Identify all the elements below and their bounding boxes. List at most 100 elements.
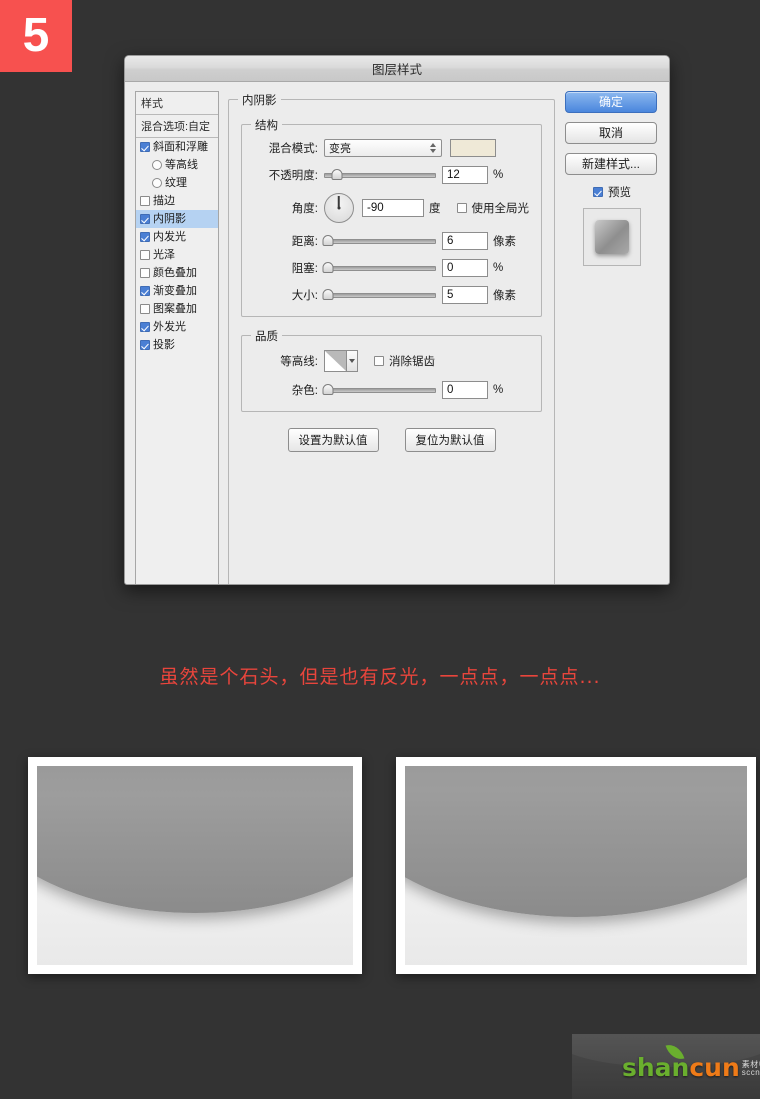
style-checkbox[interactable] (140, 340, 150, 350)
style-list-item[interactable]: 等高线 (136, 156, 218, 174)
layer-style-dialog: 图层样式 样式 混合选项:自定 斜面和浮雕 等高线 纹理 描边 内阴影 内发光 光泽 颜色叠加… (124, 55, 670, 585)
style-list-item[interactable]: 渐变叠加 (136, 282, 218, 300)
style-checkbox[interactable] (140, 250, 150, 260)
distance-value: 6 (447, 235, 454, 247)
style-checkbox[interactable] (140, 322, 150, 332)
blend-color-swatch[interactable] (450, 139, 496, 157)
style-list-item-label: 内阴影 (153, 213, 186, 225)
opacity-input[interactable]: 12 (442, 166, 488, 184)
dialog-titlebar: 图层样式 (125, 56, 669, 82)
blend-mode-select[interactable]: 变亮 (324, 139, 442, 157)
size-input[interactable]: 5 (442, 286, 488, 304)
size-unit: 像素 (493, 290, 516, 302)
style-list-item-label: 描边 (153, 195, 175, 207)
right-stone-shape (405, 766, 747, 918)
style-checkbox[interactable] (140, 232, 150, 242)
style-checkbox[interactable] (140, 142, 150, 152)
new-style-button[interactable]: 新建样式... (565, 153, 657, 175)
style-list-item-label: 纹理 (165, 177, 187, 189)
choke-input[interactable]: 0 (442, 259, 488, 277)
choke-slider-track (324, 266, 436, 271)
step-number-badge: 5 (0, 0, 72, 72)
ok-button[interactable]: 确定 (565, 91, 657, 113)
preview-toggle-row[interactable]: 预览 (565, 184, 659, 200)
anti-alias-label: 消除锯齿 (389, 356, 435, 368)
style-checkbox[interactable] (140, 304, 150, 314)
style-list-item[interactable]: 描边 (136, 192, 218, 210)
use-global-light-checkbox[interactable] (456, 203, 467, 213)
opacity-slider-thumb[interactable] (331, 169, 343, 180)
blend-mode-row: 混合模式: 变亮 (252, 139, 531, 157)
structure-legend: 结构 (251, 117, 282, 133)
angle-dial[interactable] (324, 193, 354, 223)
style-radio-icon[interactable] (152, 178, 162, 188)
choke-slider-thumb[interactable] (322, 262, 334, 273)
size-value: 5 (447, 289, 454, 301)
angle-row: 角度: -90 度 使用全局光 (252, 193, 531, 223)
set-as-default-button[interactable]: 设置为默认值 (287, 428, 379, 452)
dialog-title: 图层样式 (371, 63, 422, 77)
anti-alias-checkbox[interactable] (374, 356, 384, 366)
blending-options-item[interactable]: 混合选项:自定 (136, 115, 218, 138)
contour-preset-picker[interactable] (324, 350, 358, 372)
preview-thumbnail (583, 208, 641, 266)
style-checkbox[interactable] (140, 268, 150, 278)
style-list-item[interactable]: 光泽 (136, 246, 218, 264)
noise-slider[interactable] (322, 383, 436, 397)
choke-slider[interactable] (322, 261, 436, 275)
blend-mode-value: 变亮 (329, 143, 351, 155)
styles-column: 样式 混合选项:自定 斜面和浮雕等高线纹理描边内阴影内发光光泽颜色叠加 渐变叠加图… (135, 91, 219, 584)
opacity-slider[interactable] (324, 168, 436, 182)
style-list-item[interactable]: 斜面和浮雕 (136, 138, 218, 156)
style-list-item-label: 内发光 (153, 231, 186, 243)
result-image-left-art (37, 766, 353, 965)
contour-dropdown-button[interactable] (346, 351, 357, 371)
size-row: 大小: 5 像素 (252, 286, 531, 304)
cancel-button[interactable]: 取消 (565, 122, 657, 144)
size-slider-thumb[interactable] (322, 289, 334, 300)
dialog-actions-column: 确定 取消 新建样式... 预览 (555, 91, 659, 574)
style-list-item[interactable]: 颜色叠加 (136, 264, 218, 282)
style-list-item[interactable]: 图案叠加 (136, 300, 218, 318)
distance-slider[interactable] (322, 234, 436, 248)
preview-thumbnail-shape (595, 220, 629, 254)
angle-dial-center-dot (337, 206, 341, 210)
style-list-item[interactable]: 外发光 (136, 318, 218, 336)
distance-slider-thumb[interactable] (322, 235, 334, 246)
styles-item-list: 斜面和浮雕等高线纹理描边内阴影内发光光泽颜色叠加 渐变叠加图案叠加外发光 投影 (136, 138, 218, 354)
styles-list-header: 样式 (136, 92, 218, 115)
style-radio-icon[interactable] (152, 160, 162, 170)
style-list-item-label: 图案叠加 (153, 303, 197, 315)
default-buttons-row: 设置为默认值 复位为默认值 (241, 428, 542, 452)
choke-row: 阻塞: 0 % (252, 259, 531, 277)
result-image-right (396, 757, 756, 974)
noise-row: 杂色: 0 % (252, 381, 531, 399)
result-image-right-art (405, 766, 747, 965)
noise-slider-thumb[interactable] (322, 384, 334, 395)
angle-input[interactable]: -90 (362, 199, 424, 217)
style-checkbox[interactable] (140, 286, 150, 296)
style-list-item[interactable]: 投影 (136, 336, 218, 354)
style-list-item[interactable]: 内发光 (136, 228, 218, 246)
style-list-item-label: 光泽 (153, 249, 175, 261)
style-list-item[interactable]: 内阴影 (136, 210, 218, 228)
anti-alias-row[interactable]: 消除锯齿 (374, 353, 435, 369)
use-global-light-row[interactable]: 使用全局光 (456, 200, 529, 216)
distance-input[interactable]: 6 (442, 232, 488, 250)
preview-checkbox[interactable] (593, 187, 603, 197)
style-checkbox[interactable] (140, 214, 150, 224)
noise-input[interactable]: 0 (442, 381, 488, 399)
noise-label: 杂色: (291, 385, 318, 397)
opacity-row: 不透明度: 12 % (252, 166, 531, 184)
contour-row: 等高线: 消除锯齿 (252, 350, 531, 372)
inner-shadow-legend: 内阴影 (238, 92, 281, 108)
distance-row: 距离: 6 像素 (252, 232, 531, 250)
contour-curve-thumbnail (325, 351, 346, 371)
reset-to-default-button[interactable]: 复位为默认值 (404, 428, 496, 452)
style-list-item-label: 斜面和浮雕 (153, 141, 208, 153)
size-slider[interactable] (322, 288, 436, 302)
style-checkbox[interactable] (140, 196, 150, 206)
step-number-label: 5 (22, 9, 50, 62)
style-list-item[interactable]: 纹理 (136, 174, 218, 192)
styles-list-box: 样式 混合选项:自定 斜面和浮雕等高线纹理描边内阴影内发光光泽颜色叠加 渐变叠加图… (135, 91, 219, 584)
